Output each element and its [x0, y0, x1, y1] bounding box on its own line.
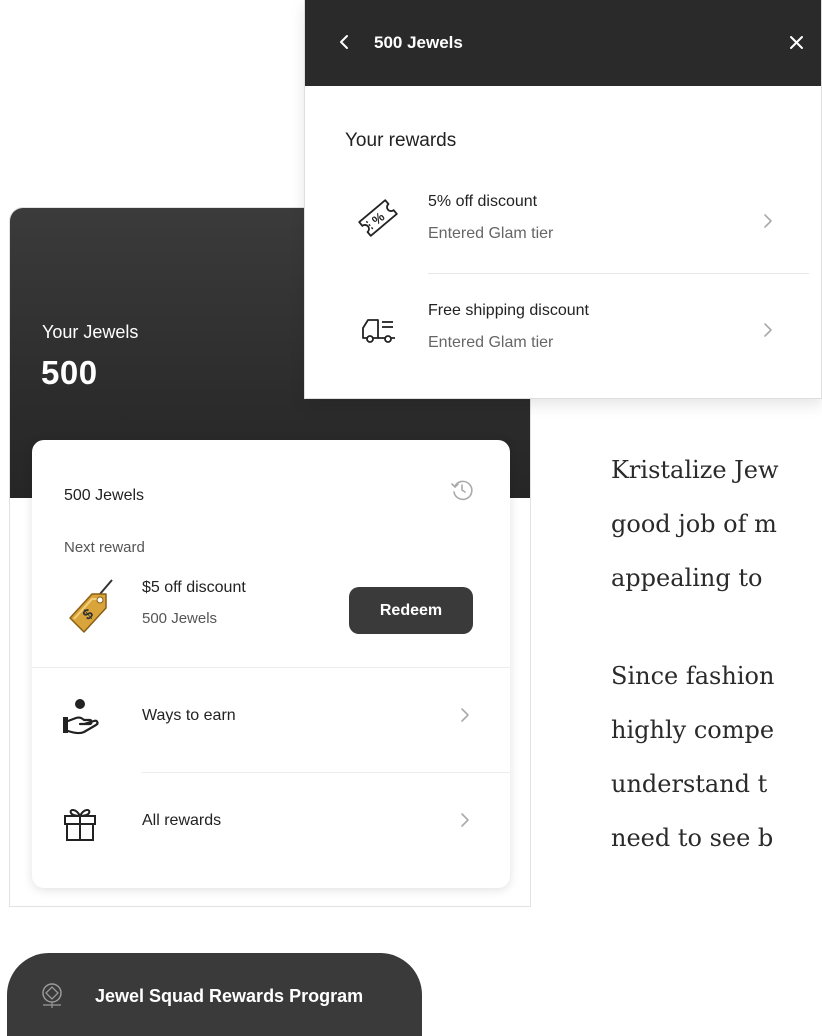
chevron-right-icon: [461, 813, 469, 827]
reward-name: Free shipping discount: [428, 302, 589, 319]
card-title: 500 Jewels: [64, 487, 145, 504]
article-text-line: good job of m: [611, 510, 777, 538]
reward-item[interactable]: % 5% off discount Entered Glam tier: [305, 185, 821, 255]
divider: [32, 667, 510, 668]
chevron-right-icon: [764, 214, 772, 228]
all-rewards-row[interactable]: All rewards: [32, 786, 510, 866]
reward-tier: Entered Glam tier: [428, 334, 554, 351]
rewards-logo-icon: [42, 983, 62, 1008]
percent-ticket-icon: %: [358, 199, 398, 237]
delivery-truck-icon: [362, 319, 395, 343]
gift-icon: [64, 809, 96, 841]
article-text-line: highly compe: [611, 716, 775, 744]
all-rewards-label: All rewards: [142, 812, 222, 829]
article-text-line: Kristalize Jew: [611, 456, 779, 484]
reward-tier: Entered Glam tier: [428, 225, 554, 242]
rewards-card: 500 Jewels Next reward $ $5 off discount…: [32, 440, 510, 888]
article-text-line: Since fashion: [611, 662, 775, 690]
ways-to-earn-label: Ways to earn: [142, 707, 236, 724]
divider: [142, 772, 510, 773]
jewels-balance: 500: [41, 354, 98, 391]
launcher-label: Jewel Squad Rewards Program: [95, 986, 364, 1006]
chevron-left-icon[interactable]: [339, 34, 349, 50]
hand-coin-icon: [63, 699, 99, 735]
article-text-line: appealing to: [611, 564, 763, 592]
jewels-label: Your Jewels: [42, 322, 139, 342]
popup-title: 500 Jewels: [374, 33, 463, 52]
chevron-right-icon: [764, 323, 772, 337]
redeem-button[interactable]: Redeem: [349, 587, 473, 634]
next-reward-cost: 500 Jewels: [142, 610, 218, 627]
ways-to-earn-row[interactable]: Ways to earn: [32, 681, 510, 761]
your-rewards-heading: Your rewards: [345, 130, 457, 151]
divider: [428, 273, 809, 274]
reward-name: 5% off discount: [428, 193, 538, 210]
reward-item[interactable]: Free shipping discount Entered Glam tier: [305, 294, 821, 364]
close-icon[interactable]: [789, 35, 804, 50]
popup-header: 500 Jewels: [305, 0, 821, 86]
rewards-popup: 500 Jewels Your rewards % 5% off discoun…: [304, 0, 822, 399]
next-reward-label: Next reward: [64, 539, 145, 556]
price-tag-icon: $: [69, 579, 113, 633]
article-text-line: understand t: [611, 770, 768, 798]
chevron-right-icon: [461, 708, 469, 722]
article-text-line: need to see b: [611, 824, 774, 852]
history-icon[interactable]: [449, 477, 475, 503]
next-reward-name: $5 off discount: [142, 579, 246, 596]
rewards-launcher-button[interactable]: Jewel Squad Rewards Program: [7, 953, 422, 1036]
